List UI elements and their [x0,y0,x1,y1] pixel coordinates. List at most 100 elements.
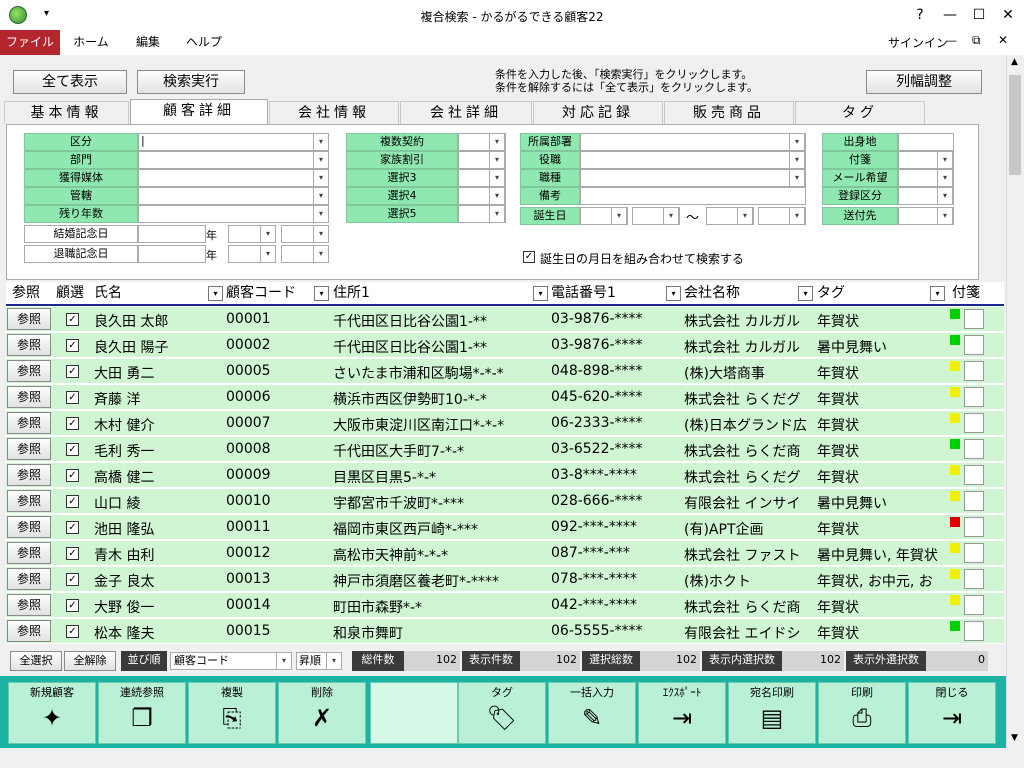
sort-select[interactable]: 顧客コード [170,652,292,670]
media-dropdown-icon[interactable]: ▾ [313,169,329,187]
col-header-address[interactable]: 住所1 [333,282,370,304]
jurisdiction-dropdown-icon[interactable]: ▾ [313,187,329,205]
sticky-note-button[interactable] [964,491,984,511]
sticky-note-button[interactable] [964,309,984,329]
sticky-dropdown-icon[interactable]: ▾ [937,151,953,169]
row-select-checkbox[interactable]: ✓ [66,469,79,482]
table-row[interactable]: 参照 ✓ 毛利 秀一 00008 千代田区大手町7-*-* 03-6522-**** 株式会… [6,437,1004,462]
retirement-year-input[interactable] [138,245,206,263]
sticky-note-button[interactable] [964,387,984,407]
category-input[interactable]: | [138,133,314,151]
view-record-button[interactable]: 参照 [7,308,51,330]
sticky-note-button[interactable] [964,413,984,433]
vertical-scrollbar[interactable]: ▲ ▼ [1006,55,1024,748]
print-button[interactable]: 印刷 ⎙ [818,682,906,744]
row-select-checkbox[interactable]: ✓ [66,339,79,352]
send-to-dropdown-icon[interactable]: ▾ [937,207,953,225]
close-icon[interactable]: ✕ [994,4,1022,26]
birthday-combine-checkbox[interactable]: ✓ [523,251,535,263]
tab-support-record[interactable]: 対応記録 [533,101,663,124]
tab-basic-info[interactable]: 基本情報 [4,101,129,124]
wedding-year-input[interactable] [138,225,206,243]
new-customer-button[interactable]: 新規顧客 ✦ [8,682,96,744]
bulk-input-button[interactable]: 一括入力 ✎ [548,682,636,744]
row-select-checkbox[interactable]: ✓ [66,313,79,326]
tag-filter-dropdown-icon[interactable]: ▾ [930,286,945,301]
view-record-button[interactable]: 参照 [7,620,51,642]
duplicate-button[interactable]: 複製 ⎘ [188,682,276,744]
col-header-sticky[interactable]: 付箋 [952,282,980,304]
menu-home[interactable]: ホーム [66,30,116,55]
remaining-years-dropdown-icon[interactable]: ▾ [313,205,329,223]
tab-customer-detail[interactable]: 顧客詳細 [130,99,268,125]
col-header-tag[interactable]: タグ [817,282,845,304]
view-record-button[interactable]: 参照 [7,464,51,486]
view-record-button[interactable]: 参照 [7,386,51,408]
sticky-note-button[interactable] [964,595,984,615]
export-button[interactable]: ｴｸｽﾎﾟｰﾄ ⇥ [638,682,726,744]
continuous-view-button[interactable]: 連続参照 ❐ [98,682,186,744]
menu-edit[interactable]: 編集 [124,30,172,55]
position-dropdown-icon[interactable]: ▾ [789,151,805,169]
tab-sales-product[interactable]: 販売商品 [664,101,794,124]
jurisdiction-input[interactable] [138,187,314,205]
view-record-button[interactable]: 参照 [7,516,51,538]
wedding-day-dropdown-icon[interactable]: ▾ [313,225,329,243]
tab-tag[interactable]: タグ [795,101,925,124]
table-row[interactable]: 参照 ✓ 松本 隆夫 00015 和泉市舞町 06-5555-**** 有限会社 エイドシ年… [6,619,1004,644]
department-dropdown-icon[interactable]: ▾ [313,151,329,169]
remarks-input[interactable] [580,187,806,205]
family-discount-dropdown-icon[interactable]: ▾ [489,151,505,169]
table-row[interactable]: 参照 ✓ 斉藤 洋 00006 横浜市西区伊勢町10-*-* 045-620-**** 株式… [6,385,1004,410]
col-header-ref[interactable]: 参照 [12,282,40,304]
row-select-checkbox[interactable]: ✓ [66,391,79,404]
job-type-dropdown-icon[interactable]: ▾ [789,169,805,187]
position-input[interactable] [580,151,806,169]
department-input[interactable] [138,151,314,169]
maximize-icon[interactable]: ☐ [965,4,993,26]
row-select-checkbox[interactable]: ✓ [66,573,79,586]
tab-company-info[interactable]: 会社情報 [269,101,399,124]
menu-help[interactable]: ヘルプ [180,30,228,55]
tag-button[interactable]: タグ 🏷 [458,682,546,744]
view-record-button[interactable]: 参照 [7,490,51,512]
code-filter-dropdown-icon[interactable]: ▾ [314,286,329,301]
col-header-company[interactable]: 会社名称 [684,282,740,304]
tab-company-detail[interactable]: 会社詳細 [400,101,532,124]
table-row[interactable]: 参照 ✓ 良久田 陽子 00002 千代田区日比谷公園1-** 03-9876-**** 株… [6,333,1004,358]
birthday-from-day-dropdown-icon[interactable]: ▾ [663,207,679,225]
row-select-checkbox[interactable]: ✓ [66,599,79,612]
menu-file[interactable]: ファイル [0,30,60,55]
ribbon-minimize-icon[interactable]: — [946,34,957,47]
col-header-phone[interactable]: 電話番号1 [551,282,616,304]
sign-in-link[interactable]: サインイン [888,34,948,51]
sticky-note-button[interactable] [964,543,984,563]
help-icon[interactable]: ? [906,4,934,26]
delete-button[interactable]: 削除 ✗ [278,682,366,744]
table-row[interactable]: 参照 ✓ 良久田 太郎 00001 千代田区日比谷公園1-** 03-9876-**** 株… [6,307,1004,332]
view-record-button[interactable]: 参照 [7,594,51,616]
sticky-note-button[interactable] [964,517,984,537]
view-record-button[interactable]: 参照 [7,334,51,356]
row-select-checkbox[interactable]: ✓ [66,365,79,378]
show-all-button[interactable]: 全て表示 [13,70,127,94]
view-record-button[interactable]: 参照 [7,438,51,460]
company-filter-dropdown-icon[interactable]: ▾ [798,286,813,301]
multi-contract-dropdown-icon[interactable]: ▾ [489,133,505,151]
close-door-button[interactable]: 閉じる ⇥ [908,682,996,744]
ribbon-close-icon[interactable]: ✕ [998,33,1008,47]
sort-dropdown-icon[interactable]: ▾ [276,652,292,670]
table-row[interactable]: 参照 ✓ 大田 勇二 00005 さいたま市浦和区駒場*-*-* 048-898-****… [6,359,1004,384]
name-filter-dropdown-icon[interactable]: ▾ [208,286,223,301]
address-print-button[interactable]: 宛名印刷 ▤ [728,682,816,744]
sticky-note-button[interactable] [964,621,984,641]
birthday-from-month-dropdown-icon[interactable]: ▾ [611,207,627,225]
column-width-button[interactable]: 列幅調整 [866,70,982,94]
col-header-select[interactable]: 顧選 [56,282,84,304]
view-record-button[interactable]: 参照 [7,568,51,590]
view-record-button[interactable]: 参照 [7,412,51,434]
remaining-years-input[interactable] [138,205,314,223]
row-select-checkbox[interactable]: ✓ [66,625,79,638]
category-dropdown-icon[interactable]: ▾ [313,133,329,151]
mail-wish-dropdown-icon[interactable]: ▾ [937,169,953,187]
